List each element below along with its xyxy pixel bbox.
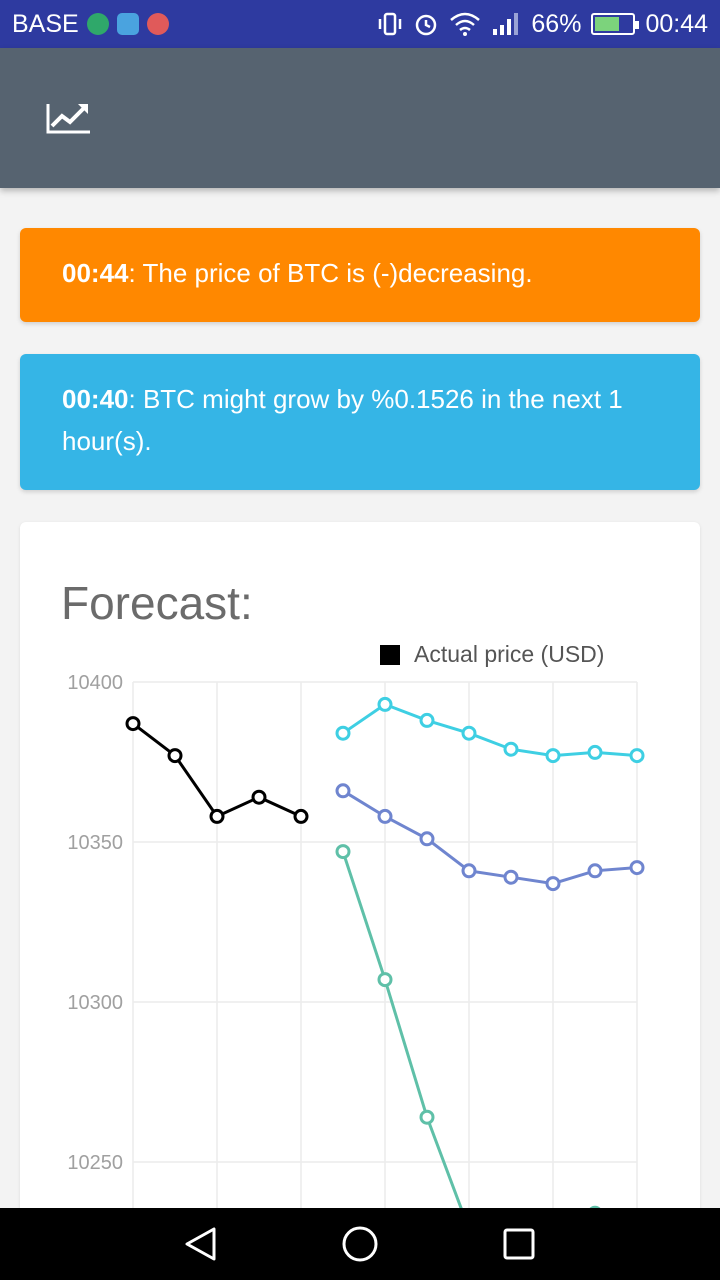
series-point bbox=[629, 748, 645, 764]
series-point bbox=[461, 725, 477, 741]
forecast-card: Forecast: 10400 10350 10300 10250 Actual pri… bbox=[20, 522, 700, 1242]
series-point bbox=[167, 748, 183, 764]
y-tick-label: 10300 bbox=[67, 992, 123, 1014]
series-point bbox=[503, 869, 519, 885]
legend-swatch bbox=[380, 645, 400, 665]
series-point bbox=[209, 808, 225, 824]
chart-app-icon bbox=[146, 13, 169, 35]
series-point bbox=[419, 1109, 435, 1125]
signal-icon bbox=[493, 13, 519, 35]
wifi-icon bbox=[450, 12, 481, 36]
forecast-chart: 10400 10350 10300 10250 Actual price (USD) bbox=[67, 641, 645, 1242]
series-point bbox=[293, 808, 309, 824]
series-point bbox=[335, 725, 351, 741]
series-point bbox=[377, 696, 393, 712]
alert-growth-forecast: 00:40: BTC might grow by %0.1526 in the … bbox=[20, 354, 700, 490]
alert-message: : The price of BTC is (-)decreasing. bbox=[128, 258, 533, 288]
home-icon[interactable] bbox=[341, 1225, 379, 1263]
y-tick-label: 10400 bbox=[67, 672, 123, 694]
series-point bbox=[503, 741, 519, 757]
series-point bbox=[419, 831, 435, 847]
battery-icon bbox=[591, 13, 640, 35]
android-icon bbox=[116, 13, 139, 35]
battery-fill bbox=[595, 17, 620, 31]
series-point bbox=[587, 863, 603, 879]
back-icon[interactable] bbox=[182, 1225, 220, 1263]
series-point bbox=[587, 744, 603, 760]
series-point bbox=[251, 789, 267, 805]
alert-time: 00:44 bbox=[62, 258, 129, 288]
alarm-icon bbox=[416, 14, 437, 36]
recents-icon[interactable] bbox=[502, 1227, 536, 1261]
series-point bbox=[377, 972, 393, 988]
status-bar: BASE 66% 00:44 bbox=[0, 0, 720, 48]
y-tick-label: 10250 bbox=[67, 1152, 123, 1174]
series-point bbox=[125, 716, 141, 732]
alert-price-decreasing: 00:44: The price of BTC is (-)decreasing… bbox=[20, 228, 700, 322]
trending-up-icon[interactable] bbox=[44, 98, 92, 138]
series-point bbox=[461, 863, 477, 879]
alert-time: 00:40 bbox=[62, 384, 129, 414]
app-bar bbox=[0, 48, 720, 188]
alert-message: : BTC might grow by %0.1526 in the next … bbox=[62, 384, 623, 456]
navigation-bar bbox=[0, 1208, 720, 1280]
series-point bbox=[545, 748, 561, 764]
legend-label: Actual price (USD) bbox=[414, 641, 604, 667]
series-point bbox=[377, 808, 393, 824]
series-line bbox=[341, 851, 471, 1230]
carrier-label: BASE bbox=[12, 9, 79, 38]
series-point bbox=[419, 712, 435, 728]
vibrate-icon bbox=[379, 12, 402, 36]
series-point bbox=[335, 783, 351, 799]
battery-percent: 66% bbox=[531, 9, 582, 38]
y-tick-label: 10350 bbox=[67, 832, 123, 854]
series-point bbox=[629, 860, 645, 876]
series-point bbox=[545, 876, 561, 892]
clock: 00:44 bbox=[645, 9, 708, 38]
globe-icon bbox=[86, 13, 109, 35]
series-point bbox=[335, 844, 351, 860]
